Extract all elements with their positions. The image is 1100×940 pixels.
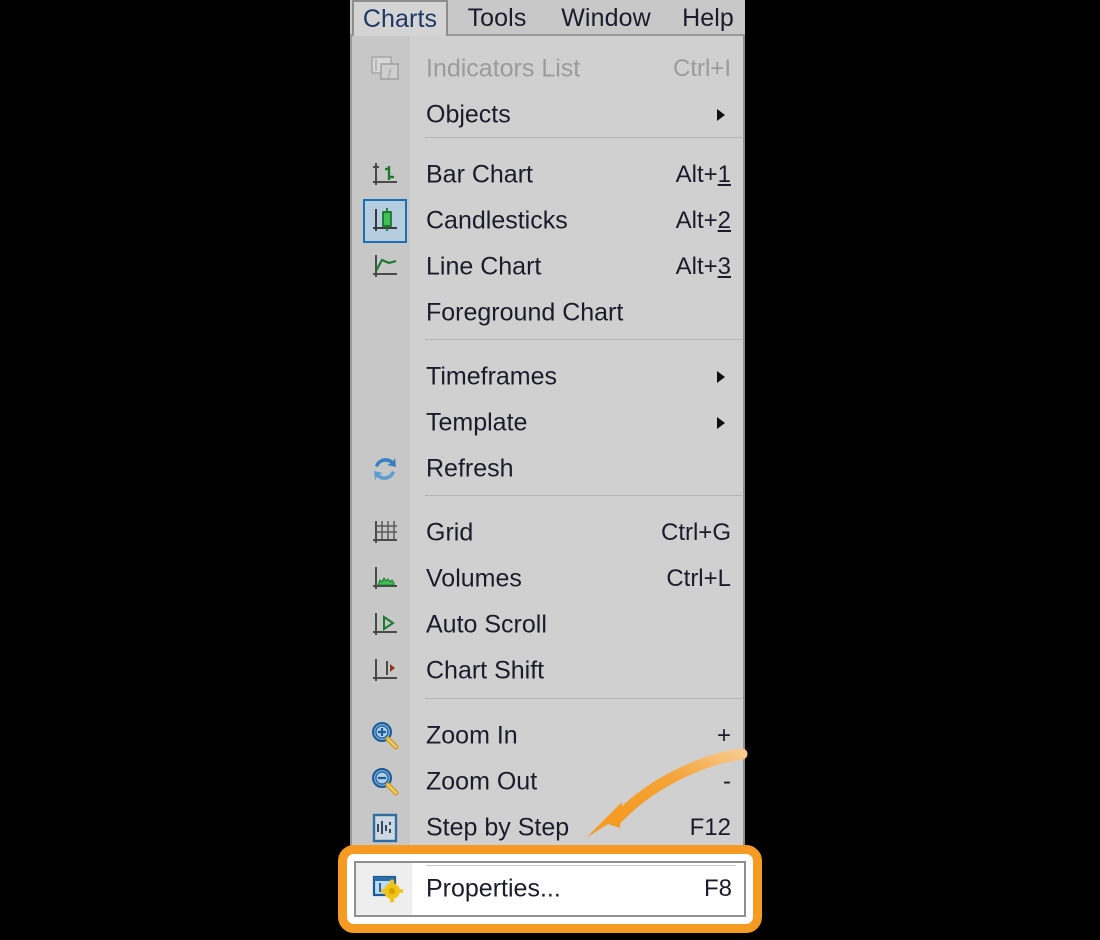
menu-item-zoom-out-accel: - [723, 768, 731, 795]
menubar-item-tools-label: Tools [467, 3, 527, 32]
submenu-chevron-right-icon [717, 371, 725, 383]
menu-item-grid-label: Grid [426, 518, 474, 547]
menu-item-indicators-list-accel: Ctrl+I [672, 55, 731, 82]
chart-shift-icon [364, 652, 406, 690]
menu-items-container: f Indicators List Ctrl+I Objects Bar Cha… [352, 36, 743, 853]
menu-item-zoom-in-accel: + [716, 722, 731, 749]
menu-item-bar-chart[interactable]: Bar Chart Alt+1 [352, 152, 743, 198]
grid-icon [364, 514, 406, 552]
menu-item-candlesticks-label: Candlesticks [426, 206, 568, 235]
menu-item-bar-chart-label: Bar Chart [426, 160, 533, 189]
submenu-chevron-right-icon [717, 109, 725, 121]
menubar-item-tools[interactable]: Tools [455, 0, 539, 36]
menu-item-properties[interactable]: Properties... F8 [354, 861, 746, 917]
menu-item-zoom-out-label: Zoom Out [426, 767, 538, 796]
zoom-in-icon [364, 717, 406, 755]
menubar-item-window[interactable]: Window [545, 0, 667, 36]
charts-dropdown-menu: f Indicators List Ctrl+I Objects Bar Cha… [350, 36, 745, 853]
menu-item-step-by-step-accel: F12 [689, 814, 731, 841]
menu-item-line-chart-label: Line Chart [426, 252, 542, 281]
menu-item-refresh[interactable]: Refresh [352, 446, 743, 492]
candlesticks-icon [373, 208, 397, 231]
line-chart-icon [364, 248, 406, 286]
menu-separator-5 [426, 865, 736, 866]
menubar-item-window-label: Window [561, 3, 651, 32]
menu-item-zoom-in-label: Zoom In [426, 721, 518, 750]
menu-item-auto-scroll-label: Auto Scroll [426, 610, 547, 639]
indicators-list-icon: f [364, 50, 406, 88]
menubar-item-charts[interactable]: Charts [352, 0, 448, 36]
zoom-out-icon [364, 763, 406, 801]
menu-item-chart-shift-label: Chart Shift [426, 656, 545, 685]
refresh-icon [364, 450, 406, 488]
auto-scroll-icon [364, 606, 406, 644]
menu-item-properties-accel: F8 [703, 875, 732, 902]
menu-item-template[interactable]: Template [352, 400, 743, 446]
menu-item-volumes-label: Volumes [426, 564, 522, 593]
menu-item-step-by-step-label: Step by Step [426, 813, 570, 842]
menu-item-properties-label: Properties... [426, 874, 561, 903]
candlesticks-icon-selected-frame [363, 199, 407, 243]
menu-item-refresh-label: Refresh [426, 454, 514, 483]
menu-item-timeframes-label: Timeframes [426, 362, 558, 391]
menu-item-indicators-list[interactable]: f Indicators List Ctrl+I [352, 46, 743, 92]
step-by-step-icon [364, 809, 406, 847]
menu-item-candlesticks[interactable]: Candlesticks Alt+2 [352, 198, 743, 244]
menu-item-chart-shift[interactable]: Chart Shift [352, 648, 743, 694]
properties-gear-icon [366, 870, 408, 908]
screenshot-root: Charts Tools Window Help f Indicators Li… [0, 0, 1100, 940]
menu-item-timeframes[interactable]: Timeframes [352, 354, 743, 400]
menubar-item-help-label: Help [682, 3, 734, 32]
menu-separator-2 [425, 339, 742, 340]
menu-item-foreground-chart-label: Foreground Chart [426, 298, 624, 327]
menu-item-objects-label: Objects [426, 100, 511, 129]
menu-item-line-chart[interactable]: Line Chart Alt+3 [352, 244, 743, 290]
menu-item-grid-accel: Ctrl+G [660, 519, 731, 546]
menu-item-foreground-chart[interactable]: Foreground Chart [352, 290, 743, 336]
menu-item-template-label: Template [426, 408, 528, 437]
menu-item-zoom-in[interactable]: Zoom In + [352, 713, 743, 759]
submenu-chevron-right-icon [717, 417, 725, 429]
menu-item-grid[interactable]: Grid Ctrl+G [352, 510, 743, 556]
menu-item-volumes[interactable]: Volumes Ctrl+L [352, 556, 743, 602]
bar-chart-icon [364, 156, 406, 194]
menu-item-objects[interactable]: Objects [352, 92, 743, 138]
menu-separator-3 [425, 495, 742, 496]
menu-item-auto-scroll[interactable]: Auto Scroll [352, 602, 743, 648]
menu-separator-1 [425, 137, 742, 138]
menubar-item-charts-label: Charts [362, 4, 438, 33]
menu-item-candlesticks-accel: Alt+2 [675, 207, 731, 234]
menu-item-bar-chart-accel: Alt+1 [675, 161, 731, 188]
volumes-icon [364, 560, 406, 598]
menubar-item-help[interactable]: Help [673, 0, 743, 36]
menu-item-zoom-out[interactable]: Zoom Out - [352, 759, 743, 805]
menu-item-volumes-accel: Ctrl+L [666, 565, 731, 592]
menu-item-line-chart-accel: Alt+3 [675, 253, 731, 280]
menu-separator-4 [425, 698, 742, 699]
menu-item-indicators-list-label: Indicators List [426, 54, 581, 83]
